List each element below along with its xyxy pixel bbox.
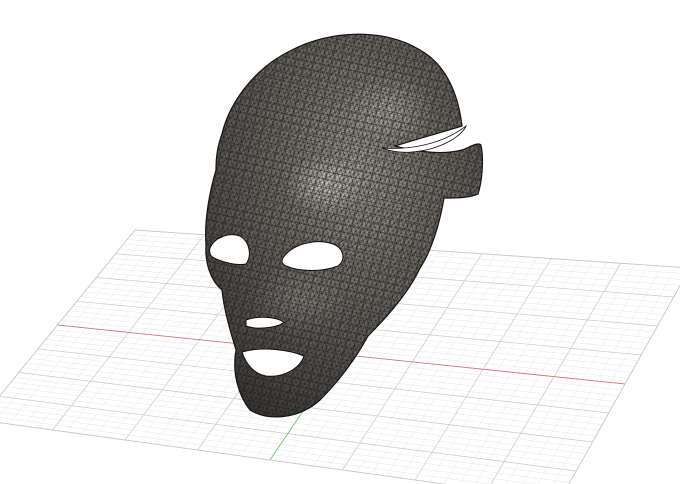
grid-line — [568, 285, 680, 484]
mask-mesh-icon[interactable] — [200, 20, 500, 440]
grid-line — [0, 417, 491, 484]
grid-line — [475, 262, 607, 484]
grid-line — [506, 264, 635, 484]
grid-line — [0, 229, 136, 397]
scene-canvas[interactable] — [0, 0, 680, 484]
grid-line — [553, 266, 677, 484]
3d-viewport[interactable] — [0, 0, 680, 484]
mesh-wireframe — [205, 34, 483, 417]
